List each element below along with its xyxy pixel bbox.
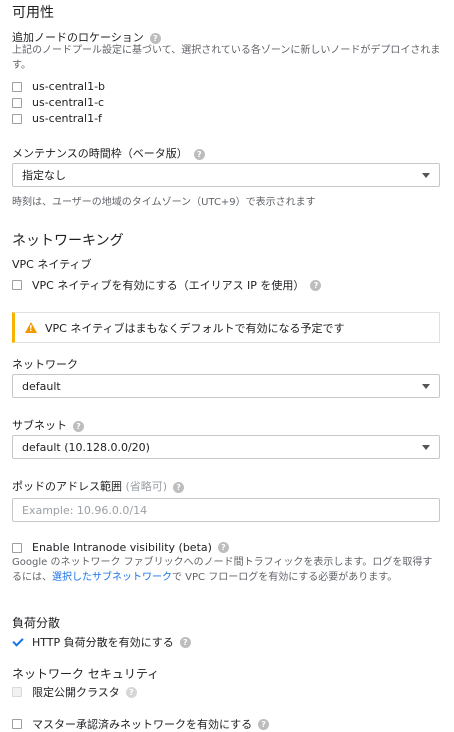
zone-checkbox-b[interactable] — [12, 81, 22, 92]
help-icon[interactable]: ? — [217, 542, 229, 553]
pod-range-optional: (省略可) — [125, 480, 168, 493]
help-icon[interactable]: ? — [149, 32, 161, 44]
intranode-desc: Google のネットワーク ファブリックへのノード間トラフィックを表示します。… — [12, 555, 442, 585]
http-lb-option[interactable]: HTTP 負荷分散を有効にする ? — [12, 634, 191, 650]
pod-range-label-text: ポッドのアドレス範囲 — [12, 480, 122, 493]
zone-checkbox-f[interactable] — [12, 113, 22, 124]
zone-label-f: us-central1-f — [32, 112, 102, 125]
vpc-native-label: VPC ネイティブ — [12, 258, 92, 271]
zone-option-c[interactable]: us-central1-c — [12, 96, 104, 109]
subnet-value: default (10.128.0.0/20) — [22, 440, 150, 454]
help-icon: ? — [125, 686, 137, 698]
subnet-label-text: サブネット — [12, 419, 67, 432]
master-auth-label: マスター承認済みネットワークを有効にする — [32, 718, 253, 731]
zone-option-f[interactable]: us-central1-f — [12, 112, 102, 125]
zone-label-b: us-central1-b — [32, 80, 106, 93]
private-cluster-option: 限定公開クラスタ ? — [12, 684, 137, 700]
zone-label-c: us-central1-c — [32, 96, 105, 109]
zone-option-b[interactable]: us-central1-b — [12, 80, 105, 93]
network-security-title: ネットワーク セキュリティ — [12, 667, 160, 681]
intranode-checkbox[interactable] — [12, 542, 22, 553]
http-lb-checkbox[interactable] — [12, 636, 24, 648]
vpc-native-option[interactable]: VPC ネイティブを有効にする（エイリアス IP を使用） ? — [12, 277, 322, 293]
http-lb-label: HTTP 負荷分散を有効にする — [32, 636, 174, 649]
node-locations-desc: 上記のノードプール設定に基づいて、選択されている各ゾーンに新しいノードがデプロイ… — [12, 45, 441, 71]
subnetwork-link[interactable]: 選択したサブネットワーク — [52, 572, 172, 583]
warning-icon: ! — [25, 322, 37, 333]
help-icon[interactable]: ? — [73, 420, 84, 432]
private-cluster-label: 限定公開クラスタ — [32, 686, 120, 699]
intranode-desc-text-2: で VPC フローログを有効にする必要があります。 — [172, 572, 398, 583]
availability-title: 可用性 — [12, 5, 54, 21]
network-label: ネットワーク — [12, 358, 78, 371]
vpc-warning-text: VPC ネイティブはまもなくデフォルトで有効になる予定です — [45, 321, 345, 335]
vpc-native-checkbox[interactable] — [12, 280, 22, 290]
maintenance-note: 時刻は、ユーザーの地域のタイムゾーン（UTC+9）で表示されます — [12, 197, 316, 208]
master-auth-checkbox[interactable] — [12, 719, 22, 729]
networking-title: ネットワーキング — [12, 233, 124, 249]
intranode-option[interactable]: Enable Intranode visibility (beta) ? — [12, 541, 229, 554]
help-icon[interactable]: ? — [193, 148, 205, 160]
help-icon[interactable]: ? — [258, 718, 270, 730]
vpc-native-checkbox-label: VPC ネイティブを有効にする（エイリアス IP を使用） — [32, 279, 305, 292]
load-balancing-title: 負荷分散 — [12, 616, 61, 630]
subnet-select[interactable]: default (10.128.0.0/20) — [12, 435, 440, 459]
network-value: default — [22, 379, 61, 393]
maintenance-label: メンテナンスの時間枠（ベータ版）? — [12, 145, 205, 161]
intranode-label: Enable Intranode visibility (beta) — [32, 541, 212, 554]
network-select[interactable]: default — [12, 374, 440, 398]
maintenance-label-text: メンテナンスの時間枠（ベータ版） — [12, 147, 188, 160]
maintenance-window-value: 指定なし — [22, 169, 66, 182]
pod-range-input[interactable] — [12, 498, 440, 522]
master-auth-option[interactable]: マスター承認済みネットワークを有効にする ? — [12, 716, 270, 732]
maintenance-window-select[interactable]: 指定なし — [12, 163, 440, 187]
help-icon[interactable]: ? — [179, 636, 191, 648]
dropdown-arrow-icon — [422, 172, 430, 178]
private-cluster-checkbox — [12, 687, 22, 697]
zone-checkbox-c[interactable] — [12, 97, 22, 108]
pod-range-label: ポッドのアドレス範囲 (省略可)? — [12, 478, 185, 494]
vpc-warning-banner: ! VPC ネイティブはまもなくデフォルトで有効になる予定です — [12, 312, 440, 343]
help-icon[interactable]: ? — [310, 279, 322, 291]
help-icon[interactable]: ? — [173, 481, 185, 493]
dropdown-arrow-icon — [422, 444, 430, 450]
subnet-label: サブネット? — [12, 417, 84, 433]
dropdown-arrow-icon — [422, 383, 430, 389]
